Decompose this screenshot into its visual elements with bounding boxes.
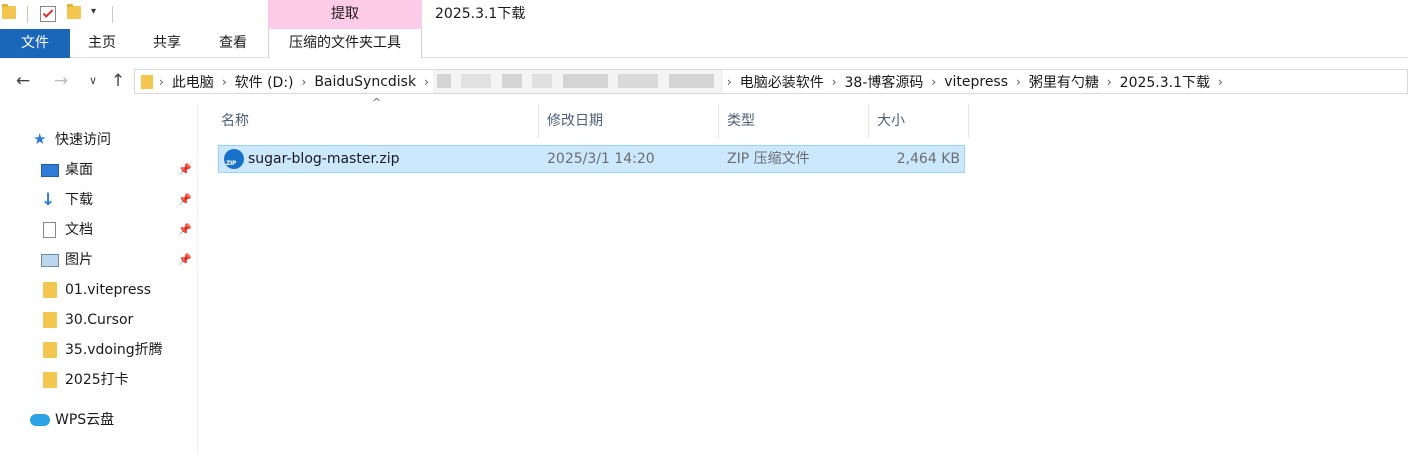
title-bar: ▾ 提取 2025.3.1下载 bbox=[0, 0, 1408, 30]
sidebar-item-label: 下载 bbox=[65, 192, 93, 208]
sidebar-item-wps-cloud[interactable]: WPS云盘 bbox=[0, 405, 198, 435]
sidebar-item-label: 桌面 bbox=[65, 162, 93, 178]
zip-archive-icon bbox=[224, 149, 244, 169]
sidebar-item-label: 30.Cursor bbox=[65, 312, 134, 328]
tab-file[interactable]: 文件 bbox=[0, 29, 70, 58]
tab-view[interactable]: 查看 bbox=[200, 29, 266, 58]
tab-compressed-folder-tools[interactable]: 压缩的文件夹工具 bbox=[268, 29, 422, 58]
pin-icon[interactable]: 📌 bbox=[178, 223, 192, 236]
breadcrumb-item[interactable]: 电脑必装软件 bbox=[736, 72, 828, 92]
desktop-icon bbox=[41, 164, 59, 177]
pin-icon[interactable]: 📌 bbox=[178, 163, 192, 176]
breadcrumb-chevron-icon[interactable]: › bbox=[298, 75, 311, 89]
breadcrumb-item[interactable]: 38-博客源码 bbox=[841, 72, 928, 92]
sidebar-item-label: 35.vdoing折腾 bbox=[65, 342, 163, 358]
star-icon: ★ bbox=[33, 130, 47, 148]
sidebar-item-pictures[interactable]: 图片 📌 bbox=[0, 245, 198, 275]
pin-icon[interactable]: 📌 bbox=[178, 253, 192, 266]
sidebar-item-label: 图片 bbox=[65, 252, 93, 268]
folder-icon bbox=[43, 312, 57, 328]
breadcrumb-chevron-icon[interactable]: › bbox=[155, 75, 168, 89]
breadcrumb-chevron-icon[interactable]: › bbox=[1103, 75, 1116, 89]
up-arrow-icon[interactable]: ↑ bbox=[107, 70, 129, 92]
column-header-name[interactable]: 名称 bbox=[213, 104, 539, 138]
breadcrumb-item-current[interactable]: 2025.3.1下载 bbox=[1116, 72, 1214, 92]
sidebar-item-quick-access[interactable]: ★ 快速访问 bbox=[0, 125, 198, 155]
file-size: 2,464 KB bbox=[896, 151, 960, 167]
window-title: 2025.3.1下载 bbox=[435, 6, 526, 22]
file-type: ZIP 压缩文件 bbox=[727, 151, 810, 167]
sidebar-item-documents[interactable]: 文档 📌 bbox=[0, 215, 198, 245]
customize-toolbar-icon[interactable]: ▾ bbox=[91, 6, 96, 17]
tab-home[interactable]: 主页 bbox=[70, 29, 134, 58]
check-icon bbox=[42, 7, 54, 18]
folder-icon bbox=[43, 342, 57, 358]
column-header-type[interactable]: 类型 bbox=[719, 104, 869, 138]
picture-icon bbox=[41, 254, 59, 267]
sidebar-item-label: 文档 bbox=[65, 222, 93, 238]
sidebar-item-label: 快速访问 bbox=[55, 132, 111, 148]
breadcrumb-chevron-icon[interactable]: › bbox=[1214, 75, 1227, 89]
properties-icon[interactable] bbox=[40, 6, 56, 22]
column-header-size[interactable]: 大小 bbox=[869, 104, 969, 138]
pin-icon[interactable]: 📌 bbox=[178, 193, 192, 206]
file-date: 2025/3/1 14:20 bbox=[547, 151, 655, 167]
sidebar-item-desktop[interactable]: 桌面 📌 bbox=[0, 155, 198, 185]
navigation-pane: ★ 快速访问 桌面 📌 ↓ 下载 📌 文档 📌 图片 📌 01.vitepres… bbox=[0, 104, 198, 454]
divider bbox=[27, 6, 28, 23]
breadcrumb: › 此电脑 › 软件 (D:) › BaiduSyncdisk › › 电脑必装… bbox=[135, 70, 1227, 93]
back-arrow-icon[interactable]: ← bbox=[12, 70, 34, 92]
column-header-date[interactable]: 修改日期 bbox=[539, 104, 719, 138]
file-name: sugar-blog-master.zip bbox=[248, 151, 400, 167]
file-row[interactable]: sugar-blog-master.zip 2025/3/1 14:20 ZIP… bbox=[218, 145, 965, 173]
breadcrumb-item-this-pc[interactable]: 此电脑 bbox=[168, 72, 218, 92]
breadcrumb-chevron-icon[interactable]: › bbox=[420, 75, 433, 89]
column-headers: 名称 修改日期 类型 大小 bbox=[213, 104, 973, 138]
forward-arrow-icon[interactable]: → bbox=[50, 70, 72, 92]
breadcrumb-chevron-icon[interactable]: › bbox=[723, 75, 736, 89]
folder-icon bbox=[141, 74, 153, 89]
divider bbox=[112, 6, 113, 23]
sidebar-item-label: 2025打卡 bbox=[65, 372, 129, 388]
breadcrumb-item-drive-d[interactable]: 软件 (D:) bbox=[231, 72, 298, 92]
breadcrumb-chevron-icon[interactable]: › bbox=[828, 75, 841, 89]
download-icon: ↓ bbox=[41, 190, 56, 210]
document-icon bbox=[43, 222, 56, 238]
ribbon-tabs: 文件 主页 共享 查看 压缩的文件夹工具 bbox=[0, 29, 1408, 58]
breadcrumb-chevron-icon[interactable]: › bbox=[1012, 75, 1025, 89]
sidebar-item-label: 01.vitepress bbox=[65, 282, 152, 298]
recent-locations-chevron-down-icon[interactable]: ∨ bbox=[82, 70, 104, 92]
redacted-path-segment bbox=[432, 70, 723, 93]
cloud-icon bbox=[30, 414, 50, 426]
tab-share[interactable]: 共享 bbox=[134, 29, 200, 58]
folder-icon bbox=[43, 282, 57, 298]
sidebar-item-folder[interactable]: 2025打卡 bbox=[0, 365, 198, 395]
sidebar-item-downloads[interactable]: ↓ 下载 📌 bbox=[0, 185, 198, 215]
folder-icon[interactable] bbox=[2, 4, 16, 19]
contextual-tab-extract: 提取 bbox=[268, 0, 422, 29]
breadcrumb-chevron-icon[interactable]: › bbox=[218, 75, 231, 89]
breadcrumb-chevron-icon[interactable]: › bbox=[927, 75, 940, 89]
new-folder-icon[interactable] bbox=[67, 4, 81, 19]
sidebar-item-folder[interactable]: 35.vdoing折腾 bbox=[0, 335, 198, 365]
folder-icon bbox=[43, 372, 57, 388]
sidebar-item-folder[interactable]: 01.vitepress bbox=[0, 275, 198, 305]
sidebar-item-folder[interactable]: 30.Cursor bbox=[0, 305, 198, 335]
breadcrumb-item[interactable]: 粥里有勺糖 bbox=[1025, 72, 1103, 92]
address-bar[interactable]: › 此电脑 › 软件 (D:) › BaiduSyncdisk › › 电脑必装… bbox=[134, 69, 1408, 94]
breadcrumb-item-baidusyncdisk[interactable]: BaiduSyncdisk bbox=[310, 74, 420, 90]
sidebar-item-label: WPS云盘 bbox=[55, 412, 115, 428]
breadcrumb-item[interactable]: vitepress bbox=[940, 74, 1012, 90]
